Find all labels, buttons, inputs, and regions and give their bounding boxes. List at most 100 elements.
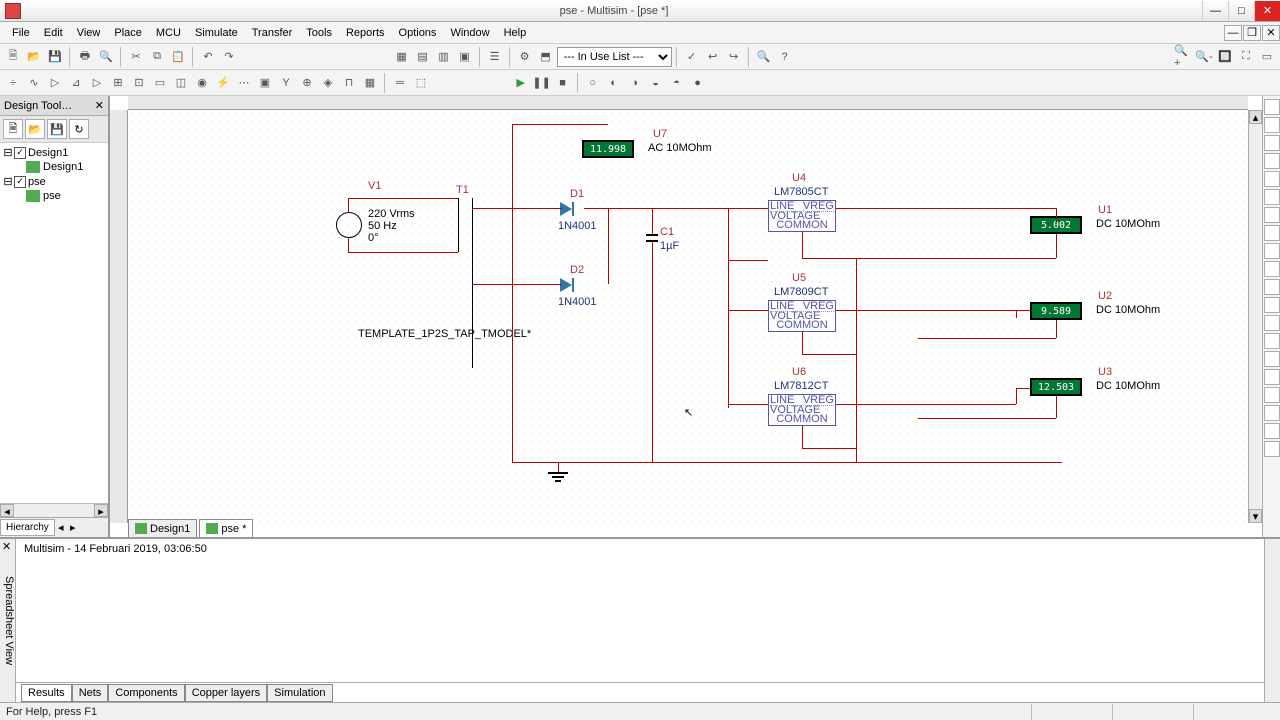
refdes-U1[interactable]: U1 xyxy=(1098,204,1112,216)
zoom-fit-icon[interactable]: ⛶ xyxy=(1236,47,1256,67)
transformer-secondary[interactable] xyxy=(472,198,473,368)
four-channel-scope-icon[interactable] xyxy=(1264,171,1280,187)
fullscreen-icon[interactable]: ▭ xyxy=(1257,47,1277,67)
wire[interactable] xyxy=(856,258,857,462)
wire[interactable] xyxy=(856,258,1056,259)
meter-U2[interactable]: 9.589 xyxy=(1030,302,1082,320)
tree-child[interactable]: pse xyxy=(2,189,106,203)
wire[interactable] xyxy=(728,404,768,405)
run-button[interactable]: ▶ xyxy=(511,73,531,93)
print-icon[interactable]: 🖶 xyxy=(75,47,95,67)
ac-source-symbol[interactable] xyxy=(336,212,362,238)
close-spreadsheet-icon[interactable]: ✕ xyxy=(2,540,11,553)
menu-options[interactable]: Options xyxy=(392,24,444,42)
place-mixed-icon[interactable]: ◫ xyxy=(171,73,191,93)
menu-help[interactable]: Help xyxy=(497,24,534,42)
zoom-out-icon[interactable]: 🔍- xyxy=(1194,47,1214,67)
dt-refresh-icon[interactable]: ↻ xyxy=(69,119,89,139)
wire[interactable] xyxy=(584,208,768,209)
wire[interactable] xyxy=(1016,310,1032,311)
refdes-T1[interactable]: T1 xyxy=(456,184,469,196)
place-ttl-icon[interactable]: ⊞ xyxy=(108,73,128,93)
wire[interactable] xyxy=(652,242,653,462)
wire[interactable] xyxy=(1056,320,1057,338)
refdes-C1[interactable]: C1 xyxy=(660,226,674,238)
back-annotate-icon[interactable]: ↩ xyxy=(703,47,723,67)
refdes-U7[interactable]: U7 xyxy=(653,128,667,140)
zoom-area-icon[interactable]: 🔲 xyxy=(1215,47,1235,67)
wire[interactable] xyxy=(608,208,609,284)
wire[interactable] xyxy=(728,310,768,311)
wire[interactable] xyxy=(1056,234,1057,258)
place-connector-icon[interactable]: ⊓ xyxy=(339,73,359,93)
tree-collapse-icon[interactable]: ⊟ xyxy=(2,146,14,159)
tab-components[interactable]: Components xyxy=(108,684,184,702)
wire[interactable] xyxy=(802,332,803,354)
place-cmos-icon[interactable]: ⊡ xyxy=(129,73,149,93)
capacitor-plate[interactable] xyxy=(646,234,658,236)
find-icon[interactable]: 🔍 xyxy=(754,47,774,67)
sim-icon[interactable]: ◒ xyxy=(646,73,666,93)
close-button[interactable]: ✕ xyxy=(1254,1,1280,21)
wire[interactable] xyxy=(728,208,729,408)
place-indicator-icon[interactable]: ◉ xyxy=(192,73,212,93)
menu-view[interactable]: View xyxy=(70,24,108,42)
distortion-analyzer-icon[interactable] xyxy=(1264,297,1280,313)
ground-symbol[interactable] xyxy=(548,472,568,474)
spreadsheet-scrollbar[interactable] xyxy=(1264,539,1280,702)
component-icon[interactable]: ⚙ xyxy=(515,47,535,67)
electrical-rules-icon[interactable]: ✓ xyxy=(682,47,702,67)
place-misc-icon[interactable]: ⋯ xyxy=(234,73,254,93)
forward-annotate-icon[interactable]: ↪ xyxy=(724,47,744,67)
close-panel-icon[interactable]: ✕ xyxy=(95,99,104,112)
tektronix-scope-icon[interactable] xyxy=(1264,405,1280,421)
refdes-V1[interactable]: V1 xyxy=(368,180,381,192)
meter-U3[interactable]: 12.503 xyxy=(1030,378,1082,396)
schematic-canvas[interactable]: V1 220 Vrms 50 Hz 0° T1 TEMPLATE_1P2S_TA… xyxy=(128,110,1248,523)
wire[interactable] xyxy=(472,284,562,285)
sim-icon[interactable]: ○ xyxy=(583,73,603,93)
transformer-primary[interactable] xyxy=(458,198,459,252)
tree-root[interactable]: ⊟ ✓ pse xyxy=(2,174,106,189)
refdes-U6[interactable]: U6 xyxy=(792,366,806,378)
toggle-icon[interactable]: ▣ xyxy=(455,47,475,67)
dt-new-icon[interactable]: 🗎 xyxy=(3,119,23,139)
refdes-U2[interactable]: U2 xyxy=(1098,290,1112,302)
menu-mcu[interactable]: MCU xyxy=(149,24,188,42)
function-generator-icon[interactable] xyxy=(1264,117,1280,133)
scroll-left-icon[interactable]: ◂ xyxy=(0,504,14,517)
canvas-vscroll[interactable]: ▴ ▾ xyxy=(1248,110,1262,523)
refdes-U4[interactable]: U4 xyxy=(792,172,806,184)
tab-results[interactable]: Results xyxy=(21,684,72,702)
wire[interactable] xyxy=(918,418,1056,419)
multimeter-icon[interactable] xyxy=(1264,99,1280,115)
tree-checkbox[interactable]: ✓ xyxy=(14,147,26,159)
wire[interactable] xyxy=(836,310,1016,311)
wire[interactable] xyxy=(802,354,856,355)
maximize-button[interactable]: □ xyxy=(1228,1,1254,21)
mdi-restore-button[interactable]: ❐ xyxy=(1243,25,1261,41)
labview-instrument-icon[interactable] xyxy=(1264,423,1280,439)
wire[interactable] xyxy=(512,124,513,208)
place-electromech-icon[interactable]: ⊕ xyxy=(297,73,317,93)
wire[interactable] xyxy=(728,260,768,261)
place-mcu-icon[interactable]: ▦ xyxy=(360,73,380,93)
print-preview-icon[interactable]: 🔍 xyxy=(96,47,116,67)
wire[interactable] xyxy=(802,426,803,448)
frequency-counter-icon[interactable] xyxy=(1264,207,1280,223)
menu-tools[interactable]: Tools xyxy=(299,24,339,42)
tab-nets[interactable]: Nets xyxy=(72,684,109,702)
dt-save-icon[interactable]: 💾 xyxy=(47,119,67,139)
menu-file[interactable]: File xyxy=(5,24,37,42)
place-power-icon[interactable]: ⚡ xyxy=(213,73,233,93)
tree-root[interactable]: ⊟ ✓ Design1 xyxy=(2,145,106,160)
current-probe-icon[interactable] xyxy=(1264,441,1280,457)
scroll-up-icon[interactable]: ▴ xyxy=(1249,110,1262,124)
menu-simulate[interactable]: Simulate xyxy=(188,24,245,42)
wire[interactable] xyxy=(348,238,349,252)
place-ni-icon[interactable]: ◈ xyxy=(318,73,338,93)
new-icon[interactable]: 🗎 xyxy=(3,47,23,67)
stop-button[interactable]: ■ xyxy=(553,73,573,93)
wire[interactable] xyxy=(558,462,559,472)
wire[interactable] xyxy=(652,208,653,234)
